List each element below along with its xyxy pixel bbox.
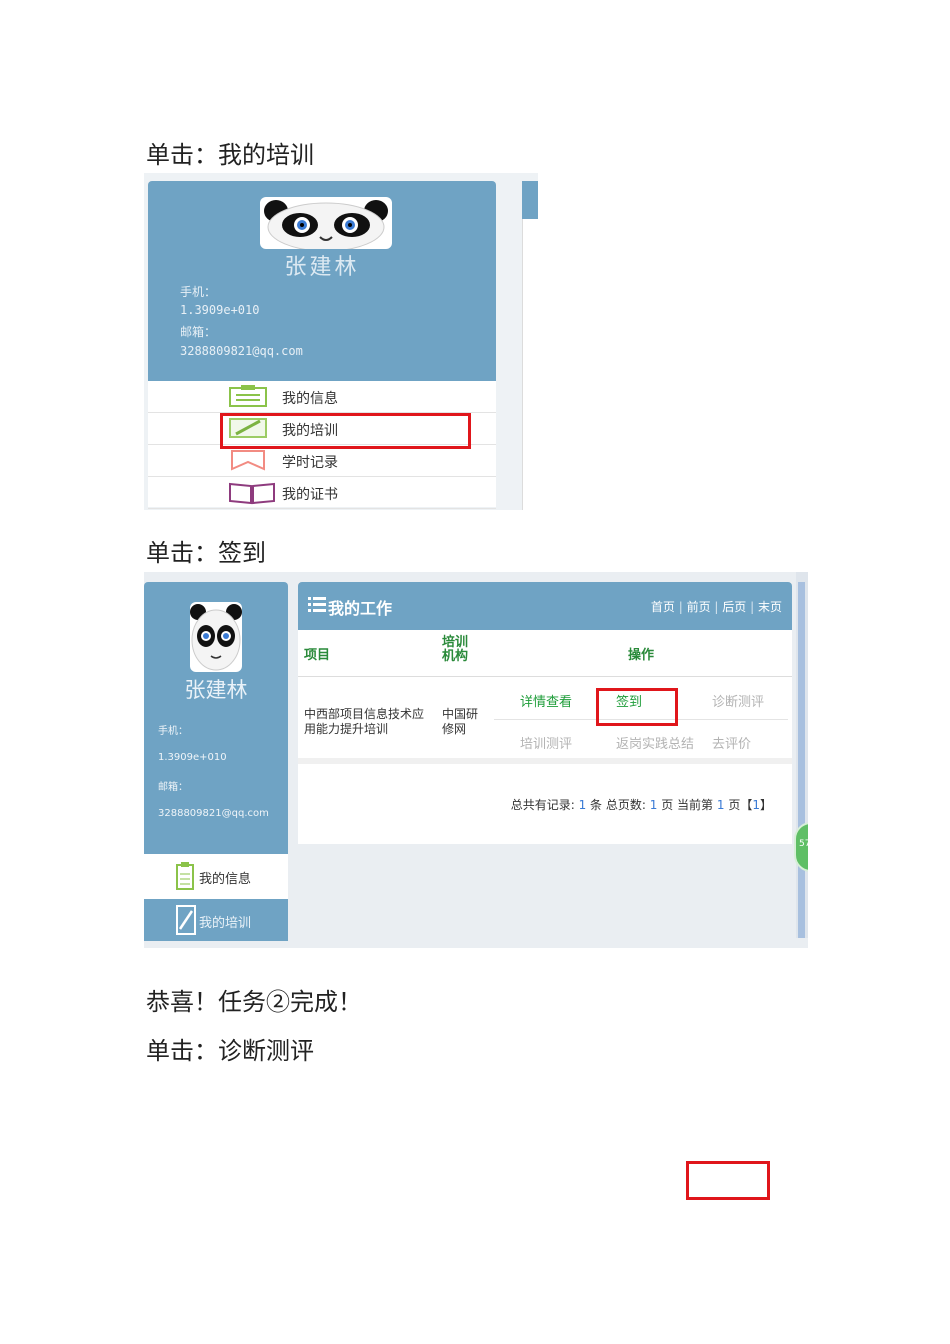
col-header-org: 培训机构	[442, 635, 469, 664]
table-header-row: 项目 培训机构 操作	[298, 630, 792, 677]
summary-records-unit: 条 总页数:	[590, 798, 646, 812]
row-org: 中国研修网	[442, 707, 479, 736]
list-icon	[308, 596, 326, 618]
summary-pages: 1	[649, 798, 658, 812]
summary-records: 1	[578, 798, 587, 812]
user-name: 张建林	[184, 678, 248, 702]
summary-area: 总共有记录: 1 条 总页数: 1 页 当前第 1 页【1】	[298, 764, 792, 844]
menu-item-my-training[interactable]: 我的培训	[144, 898, 288, 941]
step-instruction-1: 单击：我的培训	[146, 141, 314, 169]
profile-card: 张建林 手机： 1.3909e+010 邮箱： 3288809821@qq.co…	[148, 181, 496, 381]
content-edge-header	[522, 181, 538, 219]
panda-face-icon	[190, 604, 242, 671]
action-rate[interactable]: 去评价	[712, 733, 751, 752]
action-training-evaluation[interactable]: 培训测评	[520, 733, 572, 752]
summary-current-unit: 页【	[728, 798, 753, 812]
user-name: 张建林	[284, 255, 360, 280]
profile-card: 张建林 手机： 1.3909e+010 邮箱： 3288809821@qq.co…	[144, 582, 288, 854]
step-congrats: 恭喜！任务②完成！	[146, 988, 362, 1016]
table-row: 中西部项目信息技术应用能力提升培训 中国研修网 详情查看 签到 诊断测评 培训测…	[298, 677, 792, 763]
highlight-box	[596, 688, 678, 726]
screenshot-my-work-panel: 张建林 手机： 1.3909e+010 邮箱： 3288809821@qq.co…	[144, 572, 808, 948]
pager-first[interactable]: 首页	[651, 600, 675, 614]
pagination-summary: 总共有记录: 1 条 总页数: 1 页 当前第 1 页【1】	[511, 796, 772, 813]
pager-next[interactable]: 后页	[722, 600, 746, 614]
step-instruction-4: 单击：诊断测评	[146, 1037, 314, 1065]
phone-value: 1.3909e+010	[158, 752, 227, 763]
action-practice-summary[interactable]: 返岗实践总结	[616, 733, 694, 752]
screenshot-my-training-menu: 张建林 手机： 1.3909e+010 邮箱： 3288809821@qq.co…	[144, 173, 538, 510]
page-link[interactable]: 1	[752, 798, 760, 812]
phone-value: 1.3909e+010	[180, 303, 260, 317]
menu-item-label: 我的培训	[199, 916, 252, 931]
content-edge	[522, 181, 538, 510]
action-diagnostic-test[interactable]: 诊断测评	[712, 691, 764, 710]
menu-item-study-hours[interactable]: 学时记录	[148, 445, 496, 477]
scrollbar-thumb[interactable]	[798, 582, 805, 938]
panda-avatar	[190, 602, 242, 672]
panel-title: 我的工作	[328, 599, 393, 618]
email-label: 邮箱：	[158, 782, 188, 793]
summary-close: 】	[759, 798, 772, 812]
email-value: 3288809821@qq.com	[180, 344, 303, 358]
action-view-details[interactable]: 详情查看	[520, 691, 572, 710]
pager-prev[interactable]: 前页	[687, 600, 711, 614]
step-instruction-2: 单击：签到	[146, 539, 266, 567]
my-work-panel: 我的工作 首页 | 前页 | 后页 | 末页 项目 培训机构 操作 中西部项目信…	[298, 582, 792, 844]
summary-current: 1	[716, 798, 725, 812]
panda-face-icon	[264, 200, 388, 252]
summary-pages-unit: 页 当前第	[661, 798, 714, 812]
clipboard-icon	[228, 385, 268, 411]
menu-item-my-certificate[interactable]: 我的证书	[148, 477, 496, 509]
email-label: 邮箱：	[180, 325, 217, 339]
menu-item-label: 学时记录	[282, 455, 338, 471]
panda-avatar	[260, 197, 392, 252]
highlight-box	[686, 1161, 770, 1200]
panel-header: 我的工作 首页 | 前页 | 后页 | 末页	[298, 582, 792, 630]
training-table: 项目 培训机构 操作 中西部项目信息技术应用能力提升培训 中国研修网 详情查看 …	[298, 630, 792, 758]
clipboard-icon	[176, 862, 194, 894]
menu-item-label: 我的证书	[282, 487, 338, 503]
floating-badge[interactable]: 57	[794, 822, 808, 872]
pencil-icon	[176, 905, 196, 939]
summary-prefix: 总共有记录:	[510, 798, 575, 812]
pager-links: 首页 | 前页 | 后页 | 末页	[650, 600, 782, 614]
menu-item-my-info[interactable]: 我的信息	[144, 854, 288, 898]
menu-item-label: 我的信息	[199, 872, 252, 887]
menu-item-my-info[interactable]: 我的信息	[148, 381, 496, 413]
col-header-actions: 操作	[628, 648, 655, 663]
highlight-box	[220, 413, 471, 449]
col-header-project: 项目	[304, 648, 331, 663]
book-icon	[228, 481, 276, 509]
row-project: 中西部项目信息技术应用能力提升培训	[304, 707, 425, 736]
pager-last[interactable]: 末页	[758, 600, 782, 614]
badge-count: 57	[799, 839, 808, 849]
menu-item-label: 我的信息	[282, 391, 338, 407]
bookmark-icon	[228, 449, 268, 475]
email-value: 3288809821@qq.com	[158, 808, 269, 819]
phone-label: 手机：	[158, 726, 188, 737]
phone-label: 手机：	[180, 285, 217, 299]
